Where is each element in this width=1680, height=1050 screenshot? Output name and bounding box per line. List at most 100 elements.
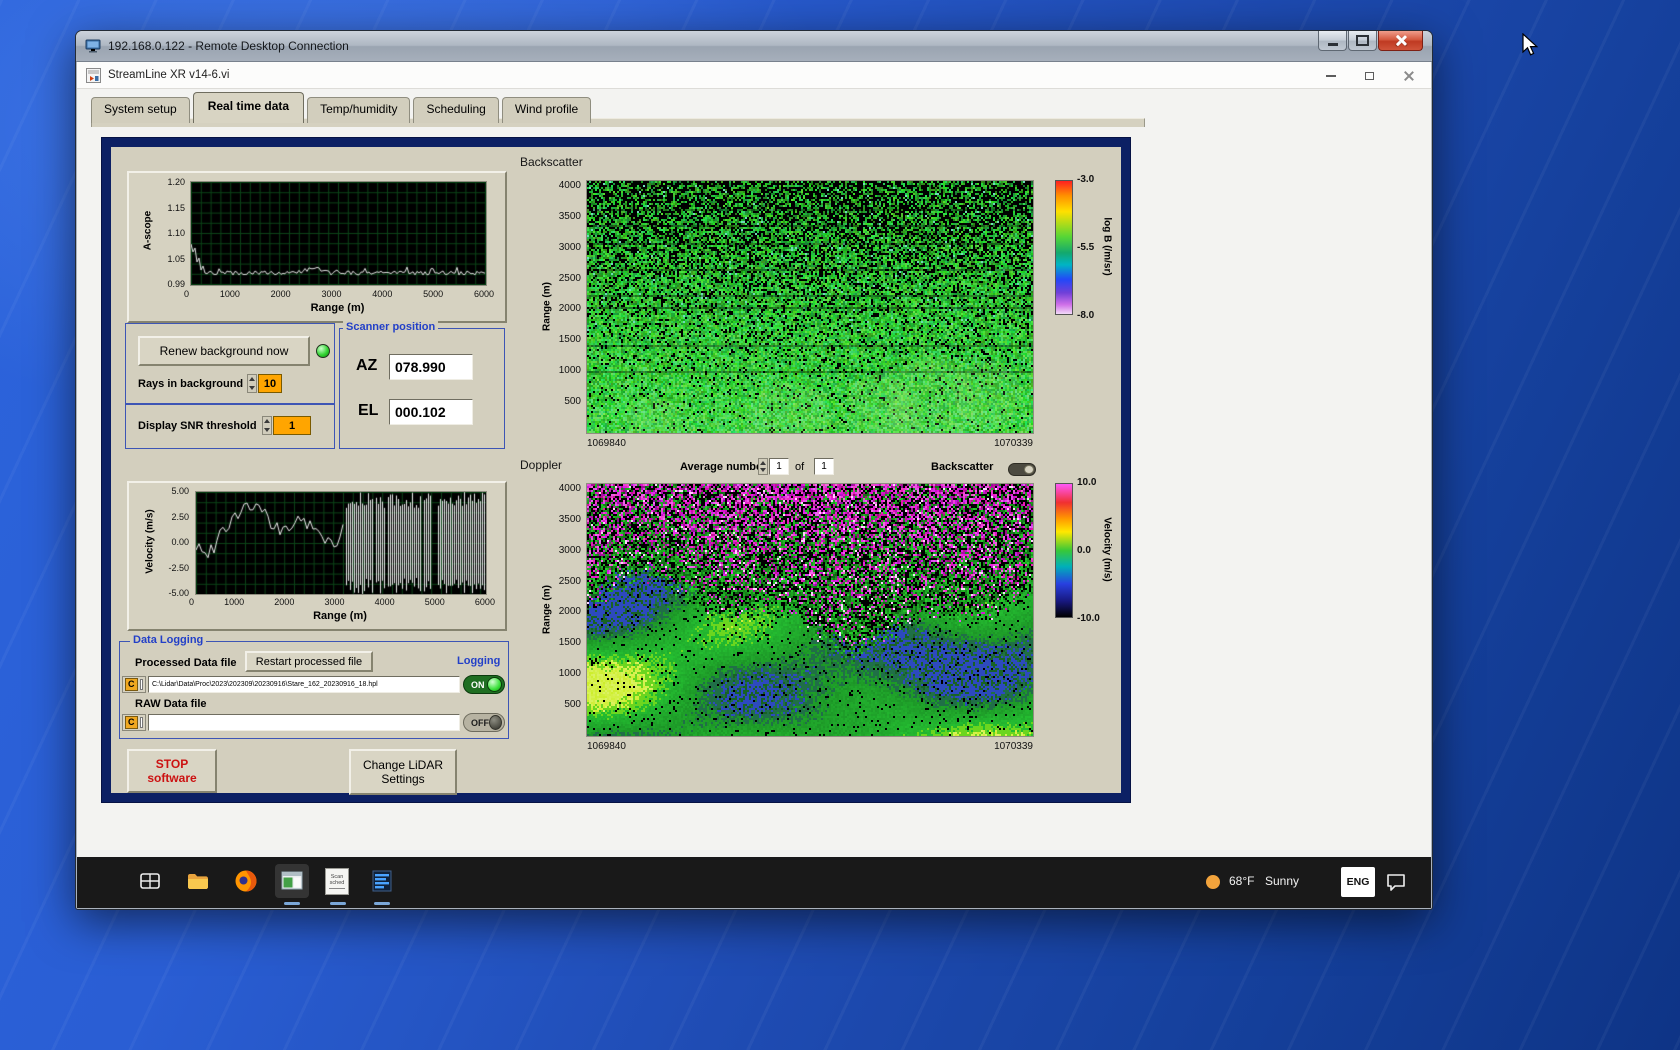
scan-scheduler-icon[interactable]: Scan sched <box>325 868 349 895</box>
tick-label: 4000 <box>558 483 581 494</box>
background-led-icon <box>316 344 330 358</box>
az-value-field: 078.990 <box>389 354 473 380</box>
tick-label: -5.00 <box>168 588 189 598</box>
labview-app-icon <box>86 67 101 83</box>
change-lidar-settings-button[interactable]: Change LiDAR Settings <box>349 749 457 795</box>
weather-temperature[interactable]: 68°F <box>1229 874 1254 888</box>
tick-label: 5000 <box>424 597 445 607</box>
file-explorer-icon[interactable] <box>185 868 211 894</box>
raw-path-drive-button[interactable]: C <box>122 714 146 731</box>
rdp-minimize-button[interactable] <box>1318 31 1347 51</box>
doppler-colorbar <box>1055 483 1073 618</box>
rdp-maximize-button[interactable] <box>1348 31 1377 51</box>
tick-label: 2000 <box>274 597 295 607</box>
backscatter-colorbar-label: log B (/m/sr) <box>1101 217 1113 276</box>
processed-logging-toggle[interactable]: ON <box>463 675 505 694</box>
rdp-titlebar[interactable]: 192.168.0.122 - Remote Desktop Connectio… <box>76 31 1432 62</box>
rdp-window: 192.168.0.122 - Remote Desktop Connectio… <box>75 30 1433 910</box>
task-view-icon[interactable] <box>137 868 163 894</box>
tick-label: 1.10 <box>167 228 185 238</box>
tick-label: 3000 <box>558 544 581 556</box>
tab-system-setup[interactable]: System setup <box>91 97 190 123</box>
app-minimize-icon[interactable] <box>1326 74 1336 77</box>
tab-temp-humidity[interactable]: Temp/humidity <box>307 97 411 123</box>
renew-background-button[interactable]: Renew background now <box>138 336 310 366</box>
mouse-cursor <box>1522 33 1539 56</box>
doppler-x-range: 1069840 1070339 <box>587 741 1033 752</box>
backscatter-title: Backscatter <box>520 155 583 169</box>
rays-in-background-field[interactable]: 10 <box>258 374 282 393</box>
tick-label: 2000 <box>270 289 291 299</box>
el-value-field: 000.102 <box>389 399 473 425</box>
backscatter-toggle-switch[interactable] <box>1008 463 1036 476</box>
tick-label: 0 <box>184 289 190 299</box>
tick-label: 1000 <box>558 668 581 680</box>
tick-label: 3000 <box>558 241 581 253</box>
ascope-y-ticks: 1.20 1.15 1.10 1.05 0.99 <box>151 177 185 289</box>
processed-path-drive-button[interactable]: C <box>122 676 146 693</box>
doppler-x-end: 1070339 <box>994 741 1033 752</box>
tick-label: -10.0 <box>1077 613 1100 624</box>
average-total-field: 1 <box>814 458 834 475</box>
app-close-icon[interactable] <box>1403 70 1415 82</box>
average-number-field[interactable]: 1 <box>769 458 789 475</box>
settings-line2: Settings <box>381 772 425 786</box>
tick-label: -8.0 <box>1077 310 1095 321</box>
weather-condition[interactable]: Sunny <box>1265 874 1299 888</box>
logging-label: Logging <box>454 655 504 667</box>
chat-icon[interactable] <box>1385 871 1407 893</box>
rays-in-background-label: Rays in background <box>138 378 244 390</box>
desktop: 192.168.0.122 - Remote Desktop Connectio… <box>0 0 1680 1050</box>
tick-label: 500 <box>564 395 581 407</box>
app-titlebar[interactable]: StreamLine XR v14-6.vi <box>77 62 1431 89</box>
processed-path-field[interactable]: C:\Lidar\Data\Proc\2023\202309\20230916\… <box>148 676 460 693</box>
ascope-panel: A-scope 1.20 1.15 1.10 1.05 0.99 0 1000 2000 30… <box>127 171 507 323</box>
language-indicator[interactable]: ENG <box>1341 867 1375 897</box>
tick-label: 4000 <box>374 597 395 607</box>
tick-label: 0.99 <box>167 279 185 289</box>
restart-processed-file-button[interactable]: Restart processed file <box>245 651 373 672</box>
doppler-x-start: 1069840 <box>587 741 626 752</box>
tab-real-time-data[interactable]: Real time data <box>192 92 305 123</box>
tick-label: 1000 <box>219 289 240 299</box>
tick-label: 3500 <box>558 210 581 222</box>
taskbar: Scan sched 68°F Sunny ENG <box>77 857 1431 908</box>
rdp-close-button[interactable] <box>1378 31 1423 51</box>
scanner-position-label: Scanner position <box>343 321 439 333</box>
decrement-icon[interactable] <box>249 386 255 390</box>
tick-label: 1000 <box>224 597 245 607</box>
increment-icon[interactable] <box>264 419 270 423</box>
app-title: StreamLine XR v14-6.vi <box>108 69 230 81</box>
raw-data-file-label: RAW Data file <box>135 698 207 710</box>
rays-spinner[interactable] <box>247 374 257 393</box>
app-maximize-icon[interactable] <box>1365 71 1374 80</box>
stop-software-button[interactable]: STOP software <box>127 749 217 793</box>
tab-wind-profile[interactable]: Wind profile <box>501 97 592 123</box>
backscatter-plot-frame <box>586 180 1034 434</box>
raw-path-field[interactable] <box>148 714 460 731</box>
weather-sun-icon[interactable] <box>1205 874 1221 890</box>
stop-line2: software <box>147 771 197 785</box>
snr-threshold-field[interactable]: 1 <box>273 416 311 435</box>
snr-threshold-box: Display SNR threshold 1 <box>125 404 335 449</box>
background-controls-box: Renew background now Rays in background … <box>125 323 335 404</box>
off-label: OFF <box>471 717 489 728</box>
backscatter-x-range: 1069840 1070339 <box>587 438 1033 449</box>
on-label: ON <box>471 679 485 690</box>
increment-icon[interactable] <box>760 461 766 465</box>
firefox-icon[interactable] <box>233 868 259 894</box>
backscatter-range-label: Range (m) <box>541 282 553 331</box>
document-list-icon[interactable] <box>369 868 395 894</box>
decrement-icon[interactable] <box>264 428 270 432</box>
off-led-icon <box>489 715 502 730</box>
average-number-spinner[interactable] <box>758 458 768 475</box>
rdp-window-controls <box>1317 31 1423 51</box>
tick-label: 1000 <box>558 365 581 377</box>
decrement-icon[interactable] <box>760 468 766 472</box>
snr-spinner[interactable] <box>262 416 272 435</box>
streamline-app-icon[interactable] <box>279 868 305 894</box>
raw-logging-toggle[interactable]: OFF <box>463 713 505 732</box>
backscatter-toggle-label: Backscatter <box>931 461 994 473</box>
tab-scheduling[interactable]: Scheduling <box>413 97 499 123</box>
increment-icon[interactable] <box>249 377 255 381</box>
